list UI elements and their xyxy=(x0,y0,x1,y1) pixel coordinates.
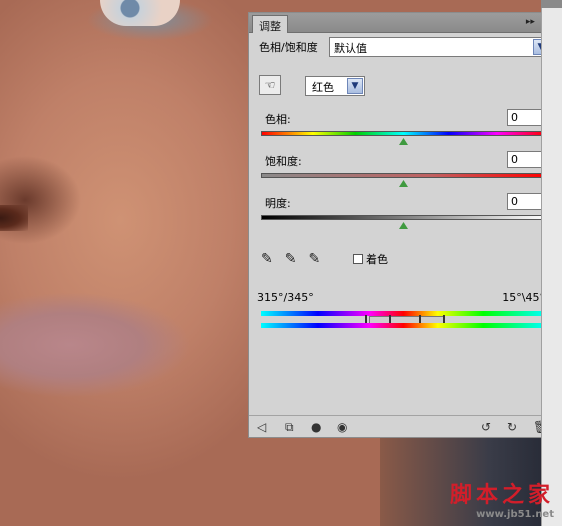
eye-area xyxy=(100,0,180,26)
range-right-readout: 15°\45° xyxy=(502,291,545,304)
panel-tabbar: 调整 ▸▸ ▾≡ xyxy=(249,13,557,33)
bottom-color-spectrum xyxy=(261,323,546,328)
eyedropper-icon[interactable]: ✎ xyxy=(261,251,273,267)
panel-bottom-toolbar: ◁ ⧉ ● ◉ ↺ ↻ 🗑 xyxy=(249,415,557,437)
eyedropper-plus-icon[interactable]: ✎ xyxy=(285,251,297,267)
range-left-readout: 315°/345° xyxy=(257,291,314,304)
watermark-url: www.jb51.net xyxy=(476,509,554,520)
saturation-track[interactable] xyxy=(261,173,546,178)
hand-adjust-tool-button[interactable]: ☜ xyxy=(259,75,281,95)
watermark-brand: 脚本之家 xyxy=(449,483,554,508)
lightness-track[interactable] xyxy=(261,215,546,220)
preset-selected-value: 默认值 xyxy=(334,42,367,55)
colorize-label: 着色 xyxy=(366,253,388,266)
colorize-checkbox[interactable] xyxy=(353,254,363,264)
visibility-eye-icon[interactable]: ◉ xyxy=(337,420,347,434)
preset-dropdown[interactable]: 默认值 ▼ xyxy=(329,37,551,57)
saturation-label: 饱和度: xyxy=(265,155,302,168)
nostril-area xyxy=(0,205,28,231)
watermark: 脚本之家 www.jb51.net xyxy=(450,477,554,520)
colorize-option[interactable]: 着色 xyxy=(353,251,388,267)
hue-track[interactable] xyxy=(261,131,546,136)
eyedropper-minus-icon[interactable]: ✎ xyxy=(308,251,320,267)
right-edge-strip xyxy=(541,0,562,526)
saturation-slider-thumb[interactable] xyxy=(399,180,408,187)
hue-value-input[interactable]: 0 xyxy=(507,109,545,126)
saturation-value-input[interactable]: 0 xyxy=(507,151,545,168)
reset-icon[interactable]: ↻ xyxy=(507,420,517,434)
hue-label: 色相: xyxy=(265,113,291,126)
hand-icon: ☜ xyxy=(264,78,276,92)
hue-slider-thumb[interactable] xyxy=(399,138,408,145)
clip-to-layer-icon[interactable]: ⧉ xyxy=(285,420,294,435)
preset-label: 色相/饱和度 xyxy=(259,41,318,54)
right-edge-top xyxy=(541,0,562,8)
channel-selected-value: 红色 xyxy=(312,81,334,94)
lightness-slider-thumb[interactable] xyxy=(399,222,408,229)
lightness-label: 明度: xyxy=(265,197,291,210)
previous-state-icon[interactable]: ↺ xyxy=(481,420,491,434)
chevron-down-icon[interactable]: ▼ xyxy=(347,78,363,94)
adjustments-panel: 调整 ▸▸ ▾≡ 色相/饱和度 默认值 ▼ ☜ 红色 ▼ 色相: 0 饱和度: … xyxy=(248,12,558,438)
eyedropper-tools: ✎ ✎ ✎ xyxy=(261,251,320,267)
collapse-panel-button[interactable]: ▸▸ xyxy=(526,17,535,27)
back-arrow-icon[interactable]: ◁ xyxy=(257,420,266,434)
lightness-value-input[interactable]: 0 xyxy=(507,193,545,210)
tab-adjustments[interactable]: 调整 xyxy=(252,15,288,33)
layer-mask-icon[interactable]: ● xyxy=(311,420,321,434)
channel-dropdown[interactable]: 红色 ▼ xyxy=(305,76,365,96)
